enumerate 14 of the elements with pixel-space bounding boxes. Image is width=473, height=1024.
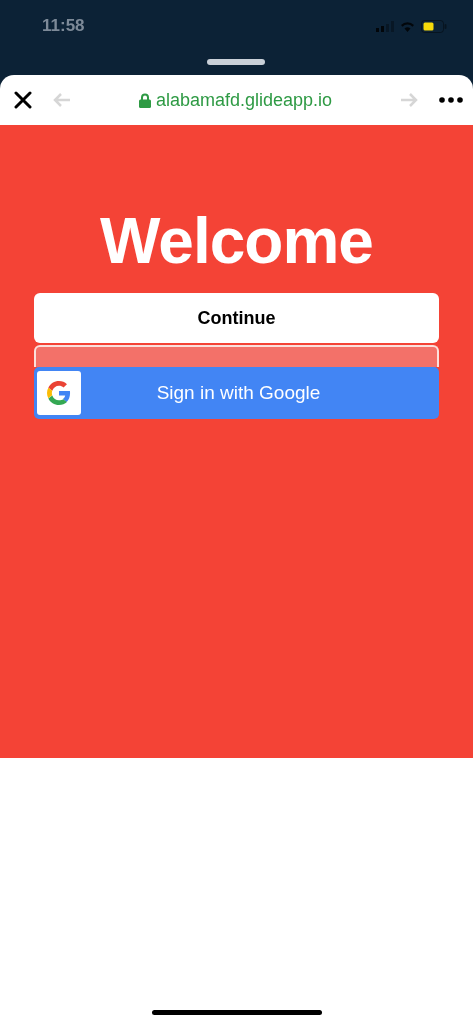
google-icon bbox=[37, 371, 81, 415]
sheet-handle[interactable] bbox=[207, 59, 265, 65]
wifi-icon bbox=[400, 20, 415, 32]
status-time: 11:58 bbox=[42, 16, 85, 36]
url-text[interactable]: alabamafd.glideapp.io bbox=[155, 89, 333, 111]
email-field[interactable] bbox=[34, 345, 439, 367]
close-icon[interactable] bbox=[14, 91, 32, 109]
continue-button[interactable]: Continue bbox=[34, 293, 439, 343]
more-icon[interactable] bbox=[439, 97, 463, 103]
google-sign-in-button[interactable]: Sign in with Google bbox=[34, 367, 439, 419]
battery-icon bbox=[421, 19, 447, 33]
lock-icon bbox=[138, 92, 151, 108]
welcome-title: Welcome bbox=[100, 209, 373, 273]
signal-icon bbox=[376, 20, 394, 32]
